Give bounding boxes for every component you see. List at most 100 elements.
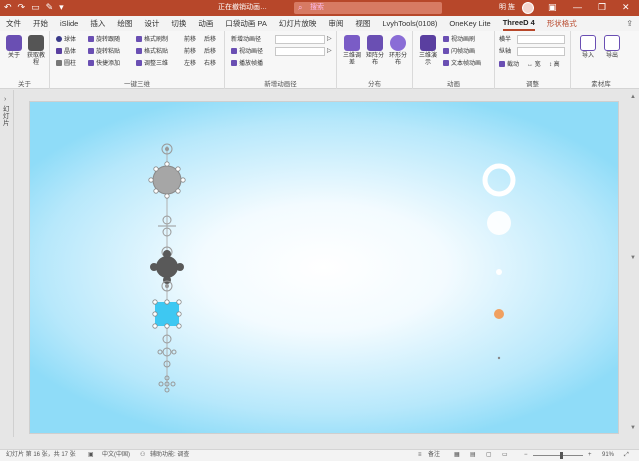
- tab-file[interactable]: 文件: [6, 17, 21, 30]
- import-icon: [580, 35, 596, 51]
- maximize-icon[interactable]: ❐: [598, 2, 606, 13]
- pen-icon[interactable]: ✎: [46, 2, 54, 13]
- field1-input[interactable]: [517, 35, 565, 44]
- tab-shape-format[interactable]: 形状格式: [547, 17, 577, 30]
- tab-threed4[interactable]: ThreeD 4: [502, 16, 535, 31]
- search-box[interactable]: ⌕ 搜索: [294, 2, 442, 14]
- ring-distribute-button[interactable]: 环形分布: [387, 35, 409, 67]
- normal-view-icon[interactable]: ▦: [454, 450, 460, 461]
- flash-anim-button[interactable]: 闪帧动画: [443, 48, 475, 56]
- share-icon[interactable]: ⇪: [626, 19, 633, 28]
- zoom-out-icon[interactable]: −: [524, 450, 528, 461]
- accessibility-status[interactable]: 辅助功能: 调查: [150, 450, 189, 461]
- path-input-2[interactable]: [275, 47, 325, 56]
- 3d-demo-button[interactable]: 三维演示: [417, 35, 439, 67]
- tab-design[interactable]: 设计: [144, 17, 159, 30]
- export-button[interactable]: 导出: [601, 35, 623, 60]
- rotate-paste-button[interactable]: 旋转粘贴: [88, 48, 120, 56]
- import-button[interactable]: 导入: [577, 35, 599, 60]
- fit-slide-icon[interactable]: ⤢: [624, 450, 629, 461]
- format-copy-button[interactable]: 格式刷制: [136, 36, 168, 44]
- play-frame-button[interactable]: 播放帧播: [231, 60, 263, 68]
- tab-draw[interactable]: 绘图: [117, 17, 132, 30]
- anim-brush-button[interactable]: 视动画刷: [443, 36, 475, 44]
- sphere-label: 球体: [64, 37, 77, 43]
- accessibility-icon[interactable]: ⚇: [140, 450, 145, 461]
- move-back-button-1[interactable]: 后移: [204, 36, 216, 44]
- small-white-dot[interactable]: [496, 269, 502, 275]
- undo-icon[interactable]: ↶: [4, 2, 12, 13]
- ribbon-display-icon[interactable]: ▣: [548, 2, 557, 13]
- path-input-1[interactable]: [275, 35, 325, 44]
- slideshow-icon[interactable]: ▭: [502, 450, 508, 461]
- thumbnail-panel[interactable]: › 幻灯片: [0, 90, 14, 437]
- spellcheck-icon[interactable]: ▣: [88, 450, 94, 461]
- vertical-scrollbar[interactable]: ▲ ▼ ▼: [627, 90, 639, 437]
- 3d-stagger-button[interactable]: 三维调差: [341, 35, 363, 67]
- width-icon: ↔: [527, 62, 535, 68]
- width-button[interactable]: ↔ 宽: [527, 61, 541, 69]
- slide-sorter-icon[interactable]: ▤: [470, 450, 476, 461]
- white-ring-shape[interactable]: [482, 163, 516, 197]
- scroll-down-icon[interactable]: ▼: [630, 425, 636, 431]
- minimize-icon[interactable]: —: [573, 2, 582, 13]
- tab-transitions[interactable]: 切换: [171, 17, 186, 30]
- move-front-button-2[interactable]: 前移: [184, 48, 196, 56]
- zoom-level[interactable]: 91%: [602, 450, 614, 461]
- tab-home[interactable]: 开始: [33, 17, 48, 30]
- text-frame-anim-button[interactable]: 文本帧动画: [443, 60, 481, 68]
- next-slide-icon[interactable]: ▼: [630, 255, 636, 261]
- language-indicator[interactable]: 中文(中国): [102, 450, 130, 461]
- view-path-button[interactable]: 视动画径: [231, 48, 263, 56]
- about-button[interactable]: 关于: [3, 35, 25, 60]
- tab-view[interactable]: 视图: [355, 17, 370, 30]
- present-icon[interactable]: ▭: [31, 2, 40, 13]
- reading-view-icon[interactable]: ▢: [486, 450, 492, 461]
- notes-button[interactable]: 备注: [428, 450, 440, 461]
- move-right-button[interactable]: 右移: [204, 60, 216, 68]
- redo-icon[interactable]: ↷: [18, 2, 26, 13]
- matrix-distribute-button[interactable]: 矩阵分布: [364, 35, 386, 67]
- format-paste-button[interactable]: 格式粘贴: [136, 48, 168, 56]
- white-circle-shape[interactable]: [487, 211, 511, 235]
- expand-panel-icon[interactable]: ›: [4, 96, 6, 103]
- dark-node-shape[interactable]: [150, 250, 184, 284]
- zoom-slider-track[interactable]: [533, 455, 583, 456]
- avatar[interactable]: [522, 2, 534, 14]
- height-button[interactable]: ↕ 高: [549, 61, 560, 69]
- field2-input[interactable]: [517, 47, 565, 56]
- scroll-up-icon[interactable]: ▲: [630, 94, 636, 100]
- tab-slideshow[interactable]: 幻灯片放映: [279, 17, 317, 30]
- tiny-gray-dot[interactable]: [497, 356, 501, 360]
- cylinder-button[interactable]: 圆柱: [56, 60, 76, 68]
- tab-insert[interactable]: 插入: [90, 17, 105, 30]
- crystal-button[interactable]: 晶体: [56, 48, 76, 56]
- rotate-follow-button[interactable]: 旋转跟随: [88, 36, 120, 44]
- notes-icon[interactable]: ≡: [418, 450, 422, 461]
- move-front-button-1[interactable]: 前移: [184, 36, 196, 44]
- tab-islide[interactable]: iSlide: [60, 17, 78, 30]
- quick-add-button[interactable]: 快捷添加: [88, 60, 120, 68]
- path-arrow-icon-2[interactable]: ▷: [327, 47, 332, 55]
- slide-canvas[interactable]: [29, 101, 619, 434]
- move-button[interactable]: 截动: [499, 61, 519, 69]
- blue-node-shape[interactable]: [152, 299, 182, 329]
- move-left-button[interactable]: 左移: [184, 60, 196, 68]
- zoom-in-icon[interactable]: +: [588, 450, 592, 461]
- adjust-3d-button[interactable]: 调整三维: [136, 60, 168, 68]
- sphere-button[interactable]: 球体: [56, 36, 76, 44]
- tab-onekey-lite[interactable]: OneKey Lite: [449, 17, 490, 30]
- gray-node-shape[interactable]: [148, 161, 186, 199]
- move-back-button-2[interactable]: 后移: [204, 48, 216, 56]
- customize-icon[interactable]: ▾: [59, 2, 64, 13]
- orange-dot[interactable]: [494, 309, 504, 319]
- tab-pocket-animation[interactable]: 口袋动画 PA: [225, 17, 267, 30]
- user-name[interactable]: 明 旌: [499, 3, 515, 12]
- tutorial-button[interactable]: 获取教程: [25, 35, 47, 67]
- zoom-slider-handle[interactable]: [560, 452, 563, 459]
- tab-animations[interactable]: 动画: [198, 17, 213, 30]
- tab-review[interactable]: 审阅: [328, 17, 343, 30]
- path-arrow-icon-1[interactable]: ▷: [327, 35, 332, 43]
- close-icon[interactable]: ✕: [622, 2, 630, 13]
- tab-lvyhtools[interactable]: LvyhTools(0108): [382, 17, 437, 30]
